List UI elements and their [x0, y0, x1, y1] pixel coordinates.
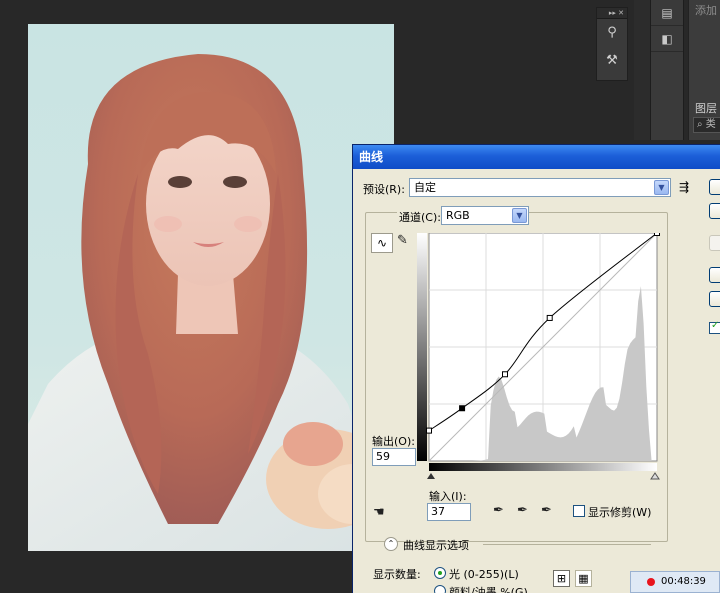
output-gradient-bar: [417, 233, 427, 461]
channel-value: RGB: [446, 209, 470, 222]
black-eyedropper-icon[interactable]: ✒: [493, 503, 504, 518]
recording-timer: 00:48:39: [630, 571, 720, 593]
options-divider: [483, 544, 651, 545]
cancel-button[interactable]: [709, 203, 720, 219]
portrait-photo: [28, 54, 394, 551]
curve-control-point[interactable]: [426, 427, 432, 434]
curve-control-point[interactable]: [546, 314, 553, 321]
channel-label: 通道(C):: [397, 209, 443, 225]
hand-adjust-icon[interactable]: ☚: [373, 505, 385, 520]
navigator-panel-icon[interactable]: ◧: [651, 26, 683, 52]
brush-preset-icon[interactable]: ⚲: [597, 19, 627, 47]
chevron-down-icon[interactable]: ▼: [512, 208, 527, 223]
chevron-down-icon[interactable]: ▼: [654, 180, 669, 195]
expand-options-icon[interactable]: ⌃: [384, 537, 398, 551]
options-button[interactable]: [709, 291, 720, 307]
light-radio[interactable]: [434, 567, 446, 579]
light-option-label: 光 (0-255)(L): [449, 568, 519, 581]
channel-select[interactable]: RGB ▼: [441, 206, 529, 225]
curve-point-tool-icon[interactable]: ∿: [371, 233, 393, 253]
show-clipping-label: 显示修剪(W): [588, 506, 652, 519]
preset-options-icon[interactable]: ⇶: [679, 180, 689, 194]
panel-dock-icons: ▤ ◧: [650, 0, 684, 140]
preset-label: 预设(R):: [363, 183, 405, 196]
input-label: 输入(I):: [429, 490, 467, 503]
photoshop-workspace: ▸▸ ✕ ⚲ ⚒ ▤ ◧ 添加 图层 ⌕ 类 曲线 预设(R): 自定 ▼ ⇶ …: [0, 0, 720, 593]
simple-grid-icon[interactable]: ⊞: [553, 570, 570, 587]
white-point-slider[interactable]: [650, 472, 660, 480]
detailed-grid-icon[interactable]: ▦: [575, 570, 592, 587]
layer-filter-placeholder: 类: [705, 119, 716, 130]
output-field[interactable]: 59: [372, 448, 416, 466]
pigment-radio[interactable]: [434, 585, 446, 593]
smooth-button: [709, 235, 720, 251]
curve-graph[interactable]: [417, 233, 665, 481]
pigment-option-label: 颜料/油墨 %(G): [449, 586, 528, 593]
curve-control-point[interactable]: [654, 233, 660, 236]
preset-select[interactable]: 自定 ▼: [409, 178, 671, 197]
pencil-icon[interactable]: ✎: [397, 233, 408, 248]
show-clipping-checkbox[interactable]: [573, 505, 585, 517]
white-eyedropper-icon[interactable]: ✒: [541, 503, 552, 518]
layer-filter-input[interactable]: ⌕ 类: [693, 117, 720, 133]
curve-control-point[interactable]: [502, 371, 508, 378]
floating-tool-panel: ▸▸ ✕ ⚲ ⚒: [596, 7, 628, 81]
input-field[interactable]: 37: [427, 503, 471, 521]
preview-checkbox[interactable]: [709, 320, 720, 334]
layers-panel: 添加 图层 ⌕ 类: [688, 0, 720, 140]
histogram-panel-icon[interactable]: ▤: [651, 0, 683, 26]
curve-control-point[interactable]: [459, 405, 466, 412]
layers-tab[interactable]: 图层: [695, 100, 717, 116]
auto-button[interactable]: [709, 267, 720, 283]
output-label: 输出(O):: [372, 435, 415, 448]
dialog-titlebar[interactable]: 曲线: [353, 145, 720, 169]
show-amount-label: 显示数量:: [373, 568, 421, 581]
gray-eyedropper-icon[interactable]: ✒: [517, 503, 528, 518]
ok-button[interactable]: [709, 179, 720, 195]
clone-source-icon[interactable]: ⚒: [597, 47, 627, 75]
preset-value: 自定: [414, 181, 436, 194]
curve-options-label: 曲线显示选项: [403, 539, 469, 552]
black-point-slider[interactable]: [427, 473, 435, 479]
panel-gutter: [634, 0, 650, 140]
curves-dialog: 曲线 预设(R): 自定 ▼ ⇶ 通道(C): RGB ▼ ∿ ✎ 输出(O):…: [352, 144, 720, 593]
record-dot-icon: [647, 578, 655, 586]
input-gradient-bar: [429, 463, 657, 471]
add-panel-label: 添加: [695, 4, 717, 17]
document-canvas[interactable]: [28, 24, 394, 551]
timer-text: 00:48:39: [661, 576, 706, 587]
panel-collapse-bar[interactable]: ▸▸ ✕: [597, 8, 627, 19]
